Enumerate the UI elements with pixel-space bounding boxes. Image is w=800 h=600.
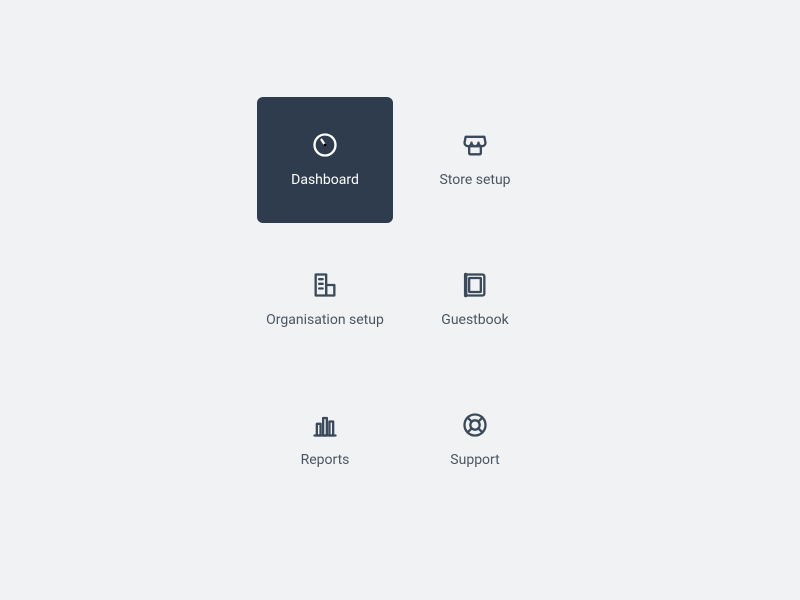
menu-tile-label: Dashboard: [291, 172, 359, 190]
menu-tile-label: Store setup: [439, 172, 510, 190]
gauge-icon: [310, 130, 340, 160]
menu-tile-dashboard[interactable]: Dashboard: [257, 97, 393, 223]
lifebuoy-icon: [460, 410, 490, 440]
menu-grid: Dashboard Store setup Organisation setup: [257, 97, 543, 503]
bar-chart-icon: [310, 410, 340, 440]
menu-tile-label: Support: [450, 452, 499, 470]
menu-tile-label: Guestbook: [441, 312, 508, 330]
menu-tile-organisation-setup[interactable]: Organisation setup: [257, 237, 393, 363]
building-icon: [310, 270, 340, 300]
menu-tile-label: Organisation setup: [266, 312, 384, 330]
store-icon: [460, 130, 490, 160]
menu-tile-label: Reports: [301, 452, 350, 470]
menu-tile-support[interactable]: Support: [407, 377, 543, 503]
menu-tile-store-setup[interactable]: Store setup: [407, 97, 543, 223]
menu-tile-reports[interactable]: Reports: [257, 377, 393, 503]
menu-tile-guestbook[interactable]: Guestbook: [407, 237, 543, 363]
book-icon: [460, 270, 490, 300]
